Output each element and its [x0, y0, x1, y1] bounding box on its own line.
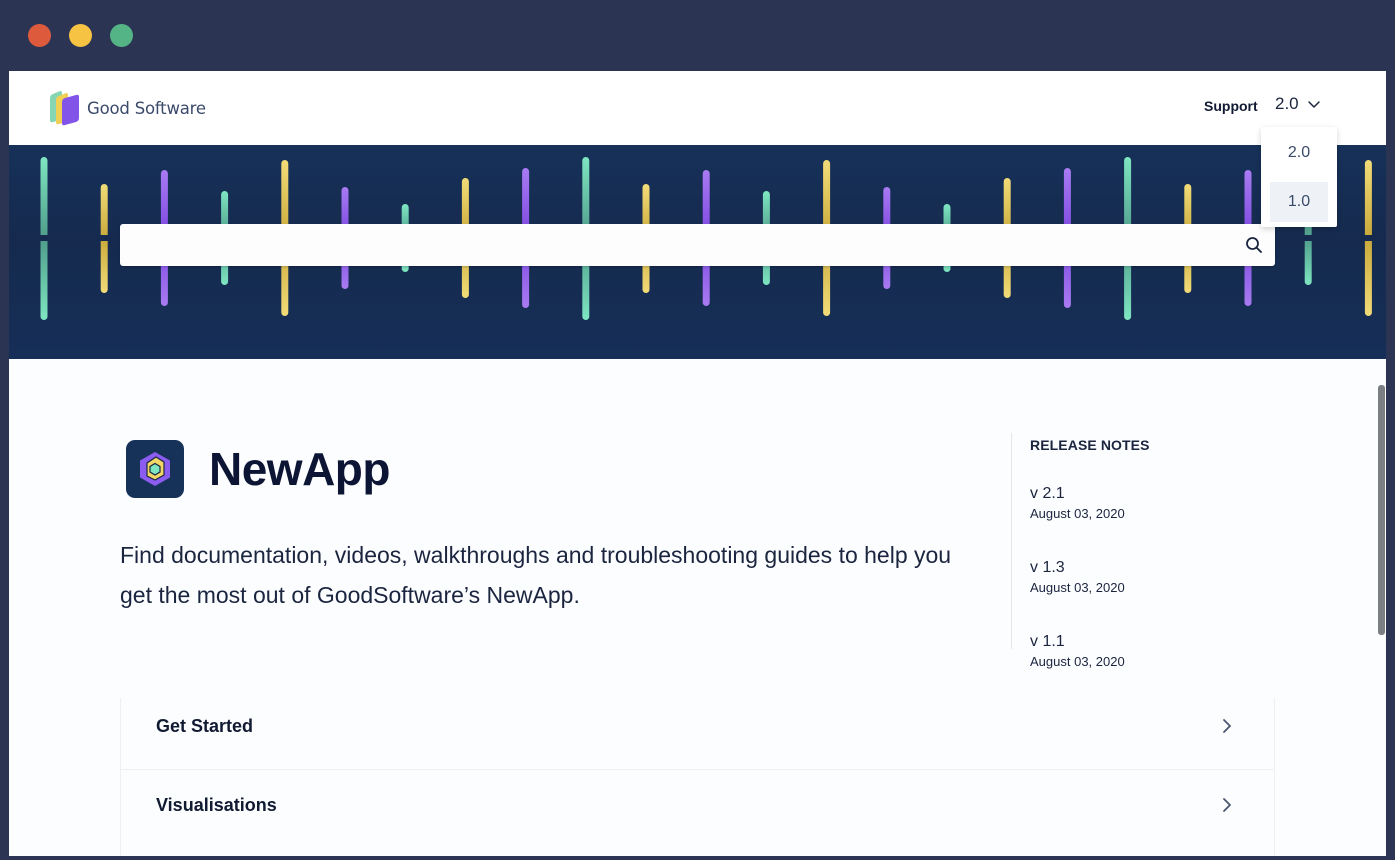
release-note-version: v 1.3: [1030, 559, 1065, 576]
release-note-date: August 03, 2020: [1030, 506, 1125, 521]
decorative-bar-gap: [40, 235, 48, 241]
maximize-window-button[interactable]: [110, 24, 133, 47]
release-note-item[interactable]: v 2.1 August 03, 2020: [1030, 485, 1125, 521]
release-note-version: v 1.1: [1030, 633, 1065, 650]
close-window-button[interactable]: [28, 24, 51, 47]
page-title: NewApp: [209, 443, 391, 495]
minimize-window-button[interactable]: [69, 24, 92, 47]
hexagon-app-icon: [126, 440, 184, 498]
hero-banner: [9, 145, 1386, 359]
version-select-value: 2.0: [1275, 94, 1299, 113]
release-note-date: August 03, 2020: [1030, 654, 1125, 669]
section-visualisations[interactable]: Visualisations: [121, 771, 1274, 856]
release-notes-heading: RELEASE NOTES: [1030, 437, 1150, 453]
brand-link[interactable]: Good Software: [47, 90, 206, 126]
decorative-bar-gap: [100, 235, 109, 241]
release-note-item[interactable]: v 1.1 August 03, 2020: [1030, 633, 1125, 669]
section-label: Get Started: [156, 716, 254, 736]
stacked-cards-logo-icon: [47, 90, 81, 126]
brand-name: Good Software: [87, 98, 206, 118]
search-input[interactable]: [120, 224, 1275, 266]
decorative-bar-gap: [1364, 235, 1373, 241]
search-box: [120, 224, 1275, 266]
search-icon[interactable]: [1245, 236, 1263, 254]
page-viewport: Good Software Support 2.0 2.0 1.0 NewApp…: [9, 71, 1386, 856]
browser-window: Good Software Support 2.0 2.0 1.0 NewApp…: [0, 0, 1395, 860]
section-get-started[interactable]: Get Started: [121, 698, 1274, 770]
app-description: Find documentation, videos, walkthroughs…: [120, 542, 952, 608]
app-header: NewApp: [126, 440, 391, 498]
release-notes-panel: RELEASE NOTES v 2.1 August 03, 2020 v 1.…: [1011, 433, 1271, 669]
version-select[interactable]: 2.0: [1275, 94, 1321, 114]
page-scrollbar[interactable]: [1378, 385, 1385, 635]
section-list: Get Started Visualisations: [120, 698, 1275, 856]
decorative-bar-gap: [1304, 235, 1313, 241]
release-note-version: v 2.1: [1030, 485, 1065, 502]
release-note-date: August 03, 2020: [1030, 580, 1125, 595]
chevron-right-icon: [1221, 718, 1233, 734]
version-dropdown-menu: 2.0 1.0: [1261, 127, 1337, 227]
support-link[interactable]: Support: [1204, 98, 1258, 114]
section-label: Visualisations: [156, 795, 277, 815]
top-navigation-bar: Good Software Support 2.0: [9, 71, 1386, 145]
chevron-down-icon: [1307, 97, 1321, 111]
chevron-right-icon: [1221, 797, 1233, 813]
release-note-item[interactable]: v 1.3 August 03, 2020: [1030, 559, 1125, 595]
version-option[interactable]: 2.0: [1270, 133, 1328, 173]
version-option[interactable]: 1.0: [1270, 182, 1328, 222]
